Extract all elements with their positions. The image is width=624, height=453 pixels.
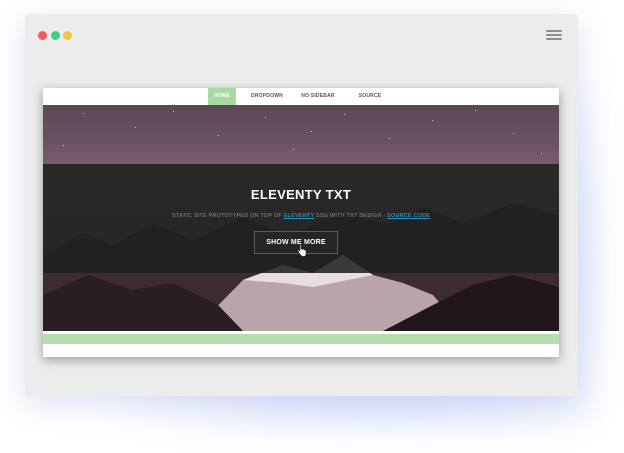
hero-title: ELEVENTY TXT — [250, 187, 352, 202]
browser-window: HOME DROPDOWN NO SIDEBAR SOURCE CODE — [25, 14, 578, 396]
hamburger-menu-icon[interactable] — [546, 29, 562, 40]
maximize-window-button[interactable] — [51, 31, 60, 40]
hero-subtitle: STATIC SITE PROTOTYPED ON TOP OF ELEVENT… — [43, 213, 559, 219]
page-bottom — [43, 344, 559, 357]
nav-item-dropdown[interactable]: DROPDOWN — [250, 88, 284, 105]
nav-item-home[interactable]: HOME — [208, 88, 236, 105]
footer-accent-bar — [43, 334, 559, 344]
hand-pointer-cursor-icon — [297, 244, 307, 257]
site-navigation: HOME DROPDOWN NO SIDEBAR SOURCE CODE — [43, 88, 559, 116]
screenshot-stage: HOME DROPDOWN NO SIDEBAR SOURCE CODE — [0, 0, 624, 453]
source-code-link[interactable]: SOURCE CODE — [387, 213, 430, 219]
hero-subtitle-middle: SSG WITH TXT DESIGN - — [315, 213, 386, 219]
hero-subtitle-text: STATIC SITE PROTOTYPED ON TOP OF — [171, 213, 282, 219]
close-window-button[interactable] — [38, 31, 47, 40]
minimize-window-button[interactable] — [63, 31, 72, 40]
show-me-more-button[interactable]: SHOW ME MORE — [254, 231, 338, 254]
hero-overlay: ELEVENTY TXT STATIC SITE PROTOTYPED ON T… — [43, 164, 559, 273]
nav-item-source-code[interactable]: SOURCE CODE — [352, 88, 388, 116]
nav-item-no-sidebar[interactable]: NO SIDEBAR — [301, 88, 335, 105]
website-preview: HOME DROPDOWN NO SIDEBAR SOURCE CODE — [43, 88, 559, 357]
eleventy-link[interactable]: ELEVENTY — [284, 213, 315, 219]
hero-section: ELEVENTY TXT STATIC SITE PROTOTYPED ON T… — [43, 105, 559, 331]
